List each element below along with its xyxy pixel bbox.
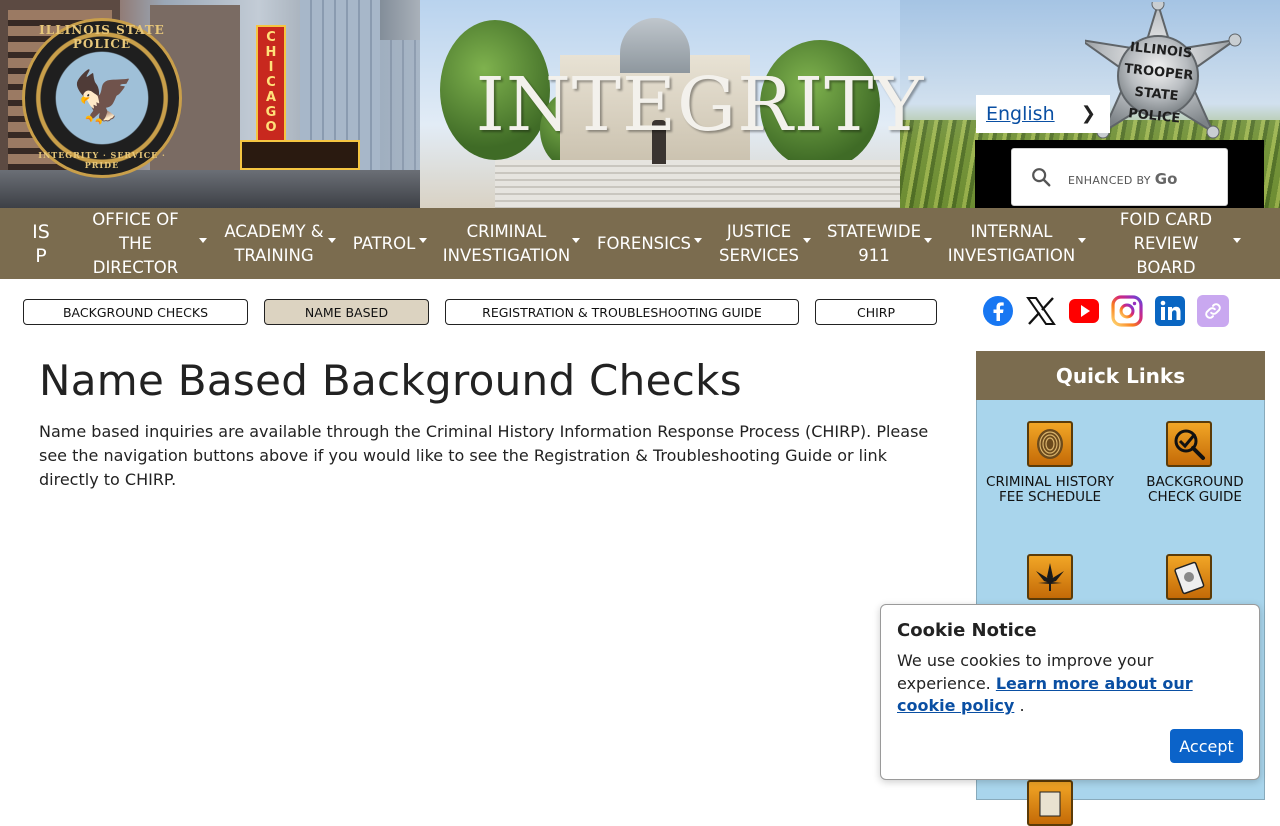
page-body-text: Name based inquiries are available throu… xyxy=(39,422,929,489)
cookie-body-suffix: . xyxy=(1019,696,1025,715)
magnifier-check-icon[interactable] xyxy=(1166,421,1212,467)
chicago-sign-letter: O xyxy=(265,120,277,135)
chevron-down-icon xyxy=(694,238,702,243)
enhanced-brand: Go xyxy=(1154,170,1178,188)
cookie-notice-title: Cookie Notice xyxy=(897,620,1037,641)
enhanced-by-google: ENHANCED BY Go xyxy=(1068,170,1177,188)
nav-foid-card-review-board[interactable]: FOID CARD REVIEW BOARD xyxy=(1112,208,1220,279)
cannabis-leaf-icon[interactable] xyxy=(1027,554,1073,600)
theatre-marquee xyxy=(240,140,360,170)
nav-label: FORENSICS xyxy=(596,233,692,253)
subnav-name-based[interactable]: NAME BASED xyxy=(264,299,429,325)
nav-criminal-investigation[interactable]: CRIMINAL INVESTIGATION xyxy=(440,208,573,279)
subnav-registration-guide[interactable]: REGISTRATION & TROUBLESHOOTING GUIDE xyxy=(445,299,799,325)
subnav-chirp[interactable]: CHIRP xyxy=(815,299,937,325)
linkedin-icon[interactable] xyxy=(1154,295,1186,327)
nav-label: FOID CARD REVIEW BOARD xyxy=(1119,209,1213,277)
nav-label: JUSTICE SERVICES xyxy=(718,221,800,265)
chicago-sign-text: CHICAGO xyxy=(256,30,286,135)
search-icon[interactable] xyxy=(1030,166,1052,188)
fingerprint-icon[interactable] xyxy=(1027,421,1073,467)
nav-isp-label: IS P xyxy=(32,220,50,267)
subnav-background-checks[interactable]: BACKGROUND CHECKS xyxy=(23,299,248,325)
main-nav: IS P OFFICE OF THE DIRECTOR ACADEMY & TR… xyxy=(0,208,1280,279)
language-label: English xyxy=(986,103,1055,125)
banner-title: INTEGRITY xyxy=(475,62,925,148)
badge-text: ILLINOIS TROOPER STATE POLICE xyxy=(1123,39,1194,127)
chevron-down-icon xyxy=(572,238,580,243)
chevron-down-icon xyxy=(328,238,336,243)
nav-label: CRIMINAL INVESTIGATION xyxy=(442,221,571,265)
quick-links-heading: Quick Links xyxy=(976,351,1265,400)
chevron-down-icon xyxy=(924,238,932,243)
seal-text-top: ILLINOIS STATE POLICE xyxy=(39,23,165,51)
cookie-notice-body: We use cookies to improve your experienc… xyxy=(897,650,1237,718)
nav-label: STATEWIDE 911 xyxy=(826,221,922,265)
chicago-sign-letter: I xyxy=(268,60,274,75)
chicago-sign-letter: A xyxy=(265,90,277,105)
capitol-steps xyxy=(495,160,905,208)
chevron-down-icon xyxy=(1233,238,1241,243)
nav-label: ACADEMY & TRAINING xyxy=(224,221,324,265)
instagram-icon[interactable] xyxy=(1111,295,1143,327)
street xyxy=(0,170,470,208)
eagle-emblem: 🦅 xyxy=(72,68,135,126)
chevron-down-icon xyxy=(803,238,811,243)
quick-link-background-check-guide[interactable]: BACKGROUND CHECK GUIDE xyxy=(1130,475,1260,504)
nav-justice-services[interactable]: JUSTICE SERVICES xyxy=(716,208,802,279)
language-selector[interactable]: English ❯ xyxy=(976,95,1110,133)
chicago-sign-letter: C xyxy=(266,30,276,45)
chicago-sign-letter: G xyxy=(265,105,277,120)
nav-isp[interactable]: IS P xyxy=(18,208,64,279)
chicago-sign-letter: H xyxy=(265,45,277,60)
nav-office-of-the-director[interactable]: OFFICE OF THE DIRECTOR xyxy=(78,208,193,279)
nav-academy-training[interactable]: ACADEMY & TRAINING xyxy=(220,208,328,279)
quick-link-fee-schedule[interactable]: CRIMINAL HISTORY FEE SCHEDULE xyxy=(985,475,1115,504)
sheriff-document-icon[interactable] xyxy=(1027,780,1073,826)
nav-patrol[interactable]: PATROL xyxy=(350,208,418,279)
accept-cookies-button[interactable]: Accept xyxy=(1170,729,1243,763)
enhanced-label: ENHANCED BY xyxy=(1068,174,1151,187)
chicago-sign-letter: C xyxy=(266,75,276,90)
chevron-right-icon: ❯ xyxy=(1080,103,1096,124)
chevron-down-icon xyxy=(1078,238,1086,243)
chevron-down-icon xyxy=(419,238,427,243)
x-icon[interactable] xyxy=(1025,295,1057,327)
facebook-icon[interactable] xyxy=(982,295,1014,327)
handbook-icon[interactable] xyxy=(1166,554,1212,600)
nav-label: INTERNAL INVESTIGATION xyxy=(947,221,1076,265)
youtube-icon[interactable] xyxy=(1068,295,1100,327)
chevron-down-icon xyxy=(199,238,207,243)
nav-label: OFFICE OF THE DIRECTOR xyxy=(92,209,179,277)
nav-internal-investigation[interactable]: INTERNAL INVESTIGATION xyxy=(945,208,1078,279)
link-icon[interactable] xyxy=(1197,295,1229,327)
seal-text-bottom: INTEGRITY · SERVICE · PRIDE xyxy=(38,150,166,170)
nav-label: PATROL xyxy=(352,233,416,253)
nav-statewide-911[interactable]: STATEWIDE 911 xyxy=(824,208,924,279)
page-title: Name Based Background Checks xyxy=(39,356,742,405)
nav-forensics[interactable]: FORENSICS xyxy=(594,208,694,279)
